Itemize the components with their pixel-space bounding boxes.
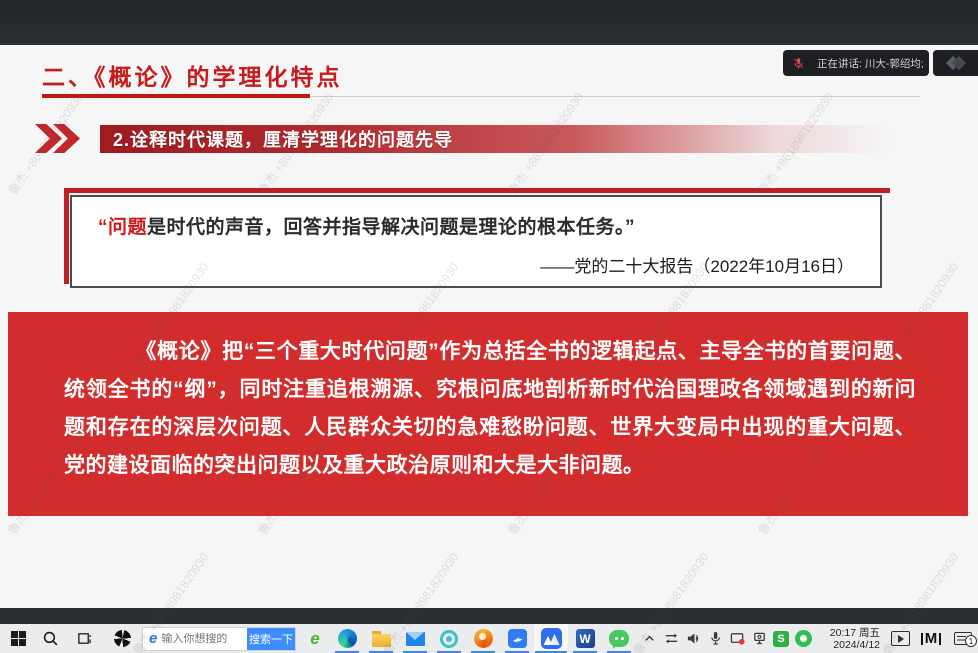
taskbar-web-search: e 搜索一下 <box>142 624 296 653</box>
screen-share-icon <box>730 631 745 646</box>
app-tencent-meeting[interactable] <box>534 624 568 653</box>
tray-volume[interactable] <box>682 624 704 653</box>
transfer-arrows-icon <box>664 631 679 646</box>
task-view-icon <box>77 631 92 646</box>
tray-display[interactable] <box>748 624 770 653</box>
taskbar: e 搜索一下 e W <box>0 624 978 653</box>
body-text: 《概论》把“三个重大时代问题”作为总括全书的逻辑起点、主导全书的首要问题、统领全… <box>64 333 916 485</box>
search-engine-icon: e <box>149 630 157 647</box>
mail-icon <box>406 632 425 646</box>
clock-date: 2024/4/12 <box>818 639 880 651</box>
app-word[interactable]: W <box>568 624 602 653</box>
now-speaking-indicator[interactable]: 正在讲话: 川大-郭绍均; <box>783 50 929 76</box>
m-logo-icon: M <box>920 630 943 647</box>
meeting-mountains-icon <box>541 628 562 649</box>
notification-icon: 1 <box>954 632 972 645</box>
app-ie-green[interactable]: e <box>300 624 330 653</box>
tray-s-app[interactable]: S <box>770 624 792 653</box>
app-mail[interactable] <box>398 624 432 653</box>
video-player-icon <box>891 631 910 646</box>
search-icon <box>42 630 59 647</box>
display-stand-icon <box>752 631 767 646</box>
orange-swirl-icon <box>474 629 493 648</box>
app-edge[interactable] <box>330 624 364 653</box>
app-teal-ring[interactable] <box>432 624 466 653</box>
taskbar-search-button[interactable] <box>38 624 62 653</box>
chevron-up-icon <box>642 631 657 646</box>
folder-icon <box>372 634 391 647</box>
action-center[interactable]: 1 <box>948 624 978 653</box>
wechat-icon <box>609 630 629 647</box>
tray-microphone[interactable] <box>704 624 726 653</box>
app-blue-bird[interactable] <box>500 624 534 653</box>
screen-share-bottom-strip <box>0 608 978 624</box>
microphone-icon <box>708 631 723 646</box>
tray-media-player[interactable] <box>888 624 912 653</box>
tray-screen-share[interactable] <box>726 624 748 653</box>
title-rule-red <box>42 94 310 98</box>
clock-time: 20:17 周五 <box>818 627 880 639</box>
quote-text: “问题是时代的声音，回答并指导解决问题是理论的根本任务。” <box>98 212 858 239</box>
section-banner-label: 2.诠释时代课题，厘清学理化的问题先导 <box>100 126 453 152</box>
body-text-block: 《概论》把“三个重大时代问题”作为总括全书的逻辑起点、主导全书的首要问题、统领全… <box>8 312 968 516</box>
task-view-button[interactable] <box>72 624 96 653</box>
start-button[interactable] <box>6 624 30 653</box>
app-orange-browser[interactable] <box>466 624 500 653</box>
tray-green-app[interactable] <box>792 624 814 653</box>
quote-highlight: “问题 <box>98 217 147 238</box>
section-banner: 2.诠释时代课题，厘清学理化的问题先导 <box>100 125 892 153</box>
pinwheel-app-button[interactable] <box>110 624 134 653</box>
presentation-slide: 鲁杰 +8618981820930 鲁杰 +8618981820930 鲁杰 +… <box>0 45 978 608</box>
teal-ring-icon <box>440 630 458 648</box>
windows-logo-icon <box>11 631 26 646</box>
double-chevron-icon <box>35 124 71 153</box>
pinwheel-icon <box>112 628 132 648</box>
slide-title: 二、《概论》的学理化特点 <box>42 58 343 92</box>
green-circle-icon <box>795 630 812 647</box>
quote-attribution: ——党的二十大报告（2022年10月16日） <box>98 252 858 277</box>
quote-box: “问题是时代的声音，回答并指导解决问题是理论的根本任务。” ——党的二十大报告（… <box>70 195 882 288</box>
green-s-icon: S <box>773 631 789 647</box>
quote-rest: 是时代的声音，回答并指导解决问题是理论的根本任务。” <box>147 217 635 238</box>
meeting-app-logo[interactable] <box>933 50 978 76</box>
ie-green-icon: e <box>310 629 319 649</box>
bird-icon <box>508 629 527 648</box>
web-search-input[interactable] <box>161 633 247 645</box>
speaker-icon <box>686 631 701 646</box>
edge-icon <box>338 629 357 648</box>
word-icon: W <box>576 629 595 648</box>
notification-badge: 1 <box>965 635 977 647</box>
web-search-button[interactable]: 搜索一下 <box>247 627 295 651</box>
muted-mic-icon <box>792 57 805 70</box>
tray-audio-switch[interactable] <box>660 624 682 653</box>
app-wechat[interactable] <box>602 624 636 653</box>
taskbar-clock[interactable]: 20:17 周五 2024/4/12 <box>818 627 880 651</box>
tray-m-app[interactable]: M <box>916 624 946 653</box>
app-file-explorer[interactable] <box>364 624 398 653</box>
window-title-bar <box>0 0 978 45</box>
tray-expand-button[interactable] <box>638 624 660 653</box>
speaking-label: 正在讲话: 川大-郭绍均; <box>817 56 924 71</box>
